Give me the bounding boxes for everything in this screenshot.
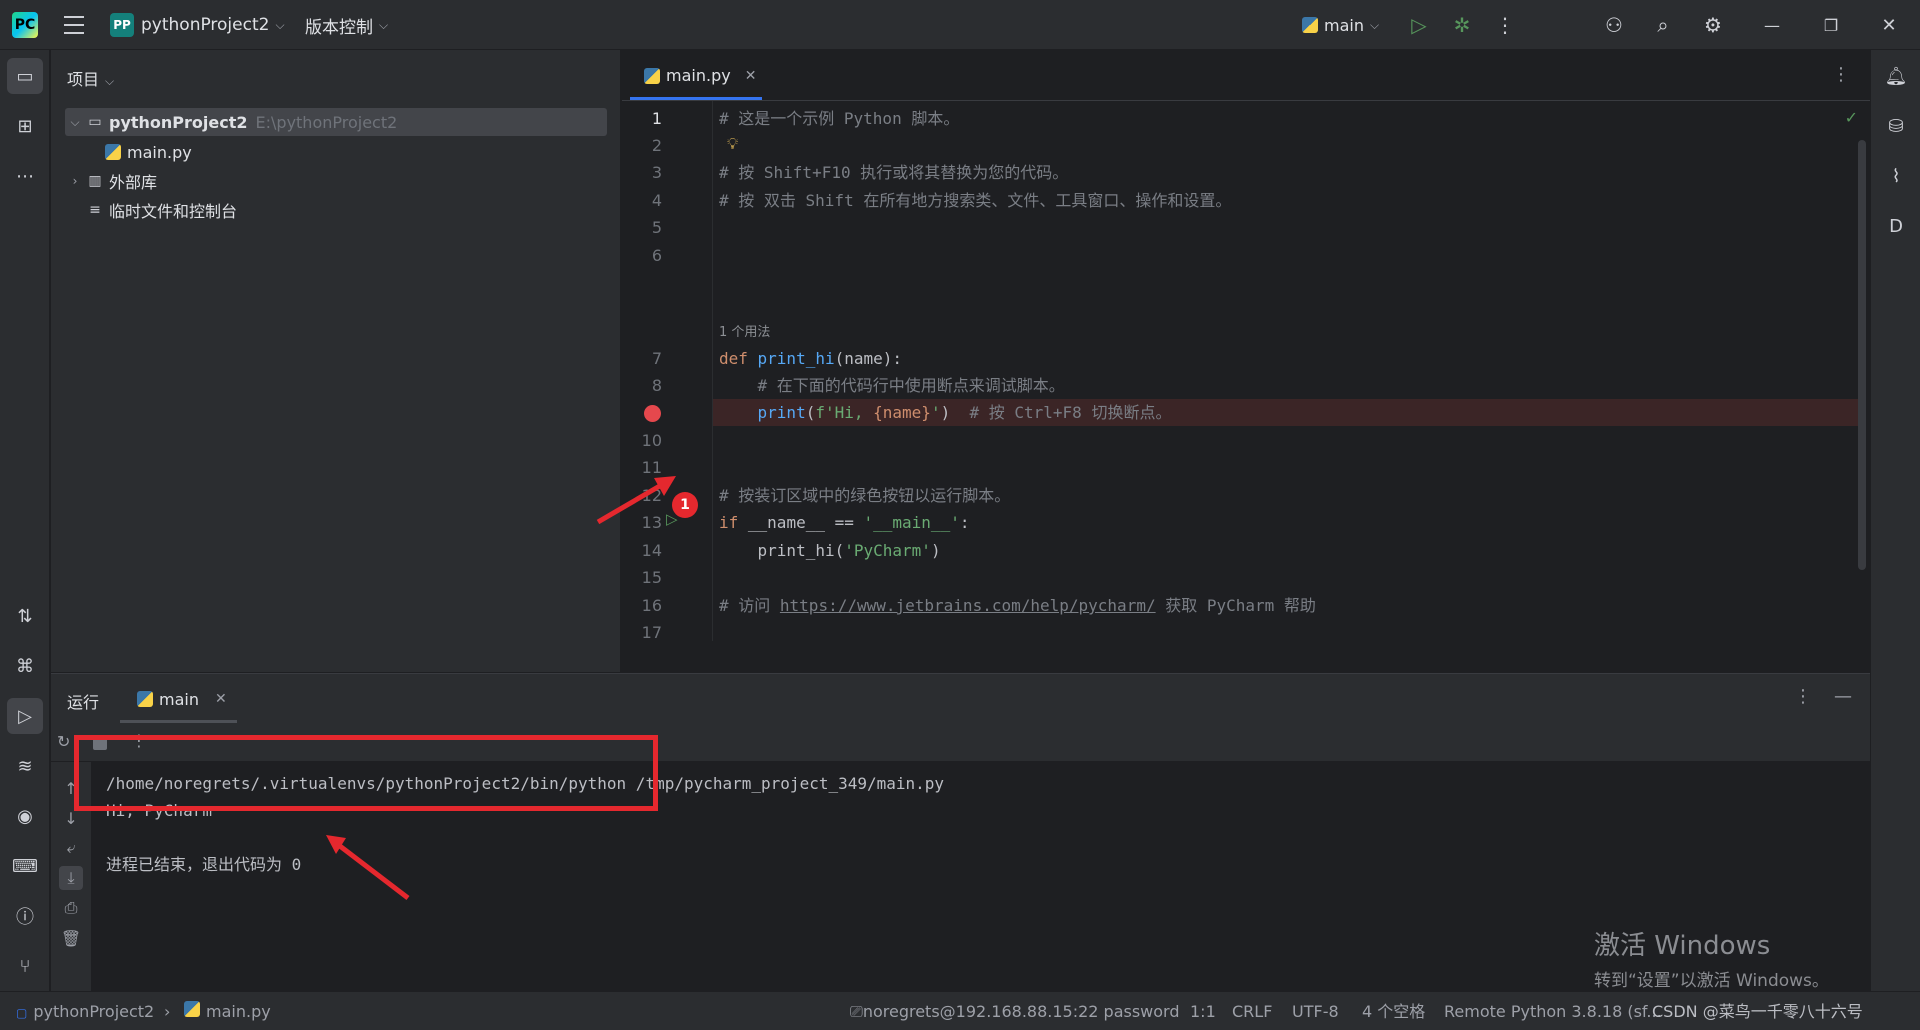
annotation-arrows bbox=[326, 476, 676, 900]
arrow-to-console bbox=[330, 838, 410, 900]
